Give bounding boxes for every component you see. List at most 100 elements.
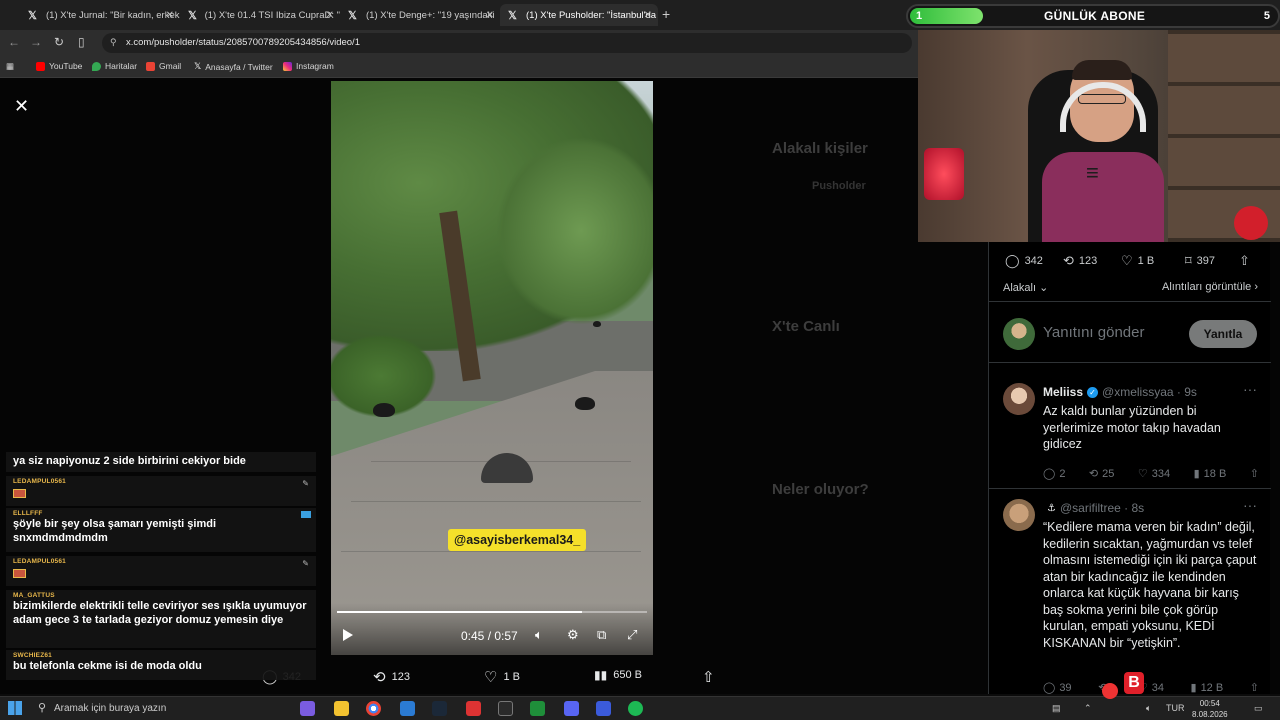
pane-share-button[interactable]: ⇧ (1239, 253, 1250, 269)
tweet-text: “Kedilere mama veren bir kadın” değil, k… (1043, 520, 1257, 650)
avatar[interactable] (1003, 383, 1035, 415)
steam-icon[interactable] (432, 701, 447, 716)
tweet-reply-action[interactable]: ◯ 2 (1043, 467, 1065, 481)
like-button[interactable]: ♡ 1 B (484, 668, 520, 686)
new-tab-button[interactable]: + (662, 6, 670, 22)
taskbar-app-icon[interactable] (596, 701, 611, 716)
subscriber-goal-bar: 1 GÜNLÜK ABONE 5 (906, 4, 1280, 28)
chevron-up-icon[interactable]: ⌃ (1084, 703, 1092, 714)
video-progress-bar[interactable] (337, 611, 647, 613)
chat-message: ELLLFFF şöyle bir şey olsa şamarı yemişt… (6, 508, 316, 552)
avatar[interactable] (1003, 499, 1035, 531)
tweet-like-action[interactable]: ♡ 334 (1138, 467, 1170, 481)
tweet-repost-action[interactable]: ⟲ 25 (1089, 467, 1114, 481)
browser-tab-3[interactable]: 𝕏 (1) X'te Denge+: "19 yaşındaki ✕ (340, 4, 500, 26)
reply-tweet[interactable]: ⚓︎ @sarifiltree · 8s ··· “Kedilere mama … (989, 491, 1271, 694)
tweet-views-action[interactable]: ▮ 12 B (1191, 681, 1224, 695)
tweet-share-action[interactable]: ⇧ (1250, 681, 1259, 694)
taskbar-clock[interactable]: 00:54 8.08.2026 (1192, 698, 1228, 720)
url-field[interactable]: x.com/pusholder/status/20857007892054348… (102, 33, 912, 53)
x-logo-icon: 𝕏 (28, 9, 37, 22)
more-options-icon[interactable]: ··· (1243, 497, 1257, 513)
tweet-actions: ◯ 2 ⟲ 25 ♡ 334 ▮ 18 B ⇧ (1043, 467, 1259, 481)
webcam-lamp (924, 148, 964, 200)
taskbar-app-icon[interactable] (466, 701, 481, 716)
reload-icon[interactable]: ↻ (54, 35, 64, 49)
volume-icon[interactable]: 🔈︎ (1146, 703, 1151, 714)
pane-like-stat[interactable]: ♡ 1 B (1121, 253, 1154, 269)
bookmark-instagram[interactable]: Instagram (283, 61, 334, 71)
browser-tab-1[interactable]: 𝕏 (1) X'te Jurnal: "Bir kadın, erkek ✕ (20, 4, 180, 26)
file-explorer-icon[interactable] (334, 701, 349, 716)
taskbar-app-icon[interactable] (400, 701, 415, 716)
bookmark-maps[interactable]: Haritalar (92, 61, 137, 71)
close-tab-icon[interactable]: ✕ (166, 10, 174, 21)
tweet-views-action[interactable]: ▮ 18 B (1194, 467, 1227, 481)
tweet-author-name[interactable]: Meliiss (1043, 385, 1083, 399)
close-tab-icon[interactable]: ✕ (486, 10, 494, 21)
browser-tab-4-active[interactable]: 𝕏 (1) X'te Pusholder: "İstanbul'da ✕ (500, 4, 658, 26)
bookmark-twitter[interactable]: 𝕏 Anasayfa / Twitter (194, 61, 273, 72)
related-person-name: Pusholder (812, 180, 866, 192)
pane-bookmark-stat[interactable]: ⌑ 397 (1185, 253, 1215, 269)
spotify-icon[interactable] (628, 701, 643, 716)
live-heading: X'te Canlı (772, 318, 840, 335)
reply-input[interactable]: Yanıtını gönder (1043, 324, 1144, 341)
views-button[interactable]: ▮▮ 650 B (594, 668, 642, 682)
taskbar-app-icon[interactable] (498, 701, 513, 716)
clock-date: 8.08.2026 (1192, 710, 1228, 719)
sidebar-toggle-icon[interactable]: ▯ (78, 35, 85, 49)
chrome-icon[interactable] (366, 701, 381, 716)
bookmark-gmail[interactable]: Gmail (146, 61, 181, 71)
discord-icon[interactable] (564, 701, 579, 716)
close-tab-icon[interactable]: ✕ (326, 10, 334, 21)
browser-tab-2[interactable]: 𝕏 (1) X'te 01.4 TSI Ibiza CupraD: " ✕ (180, 4, 340, 26)
views-count: 18 B (1203, 467, 1227, 480)
tweet-share-action[interactable]: ⇧ (1250, 467, 1259, 480)
video-time: 0:45 / 0:57 (461, 629, 518, 643)
turkish-flag-icon (1234, 206, 1268, 240)
windows-start-icon[interactable] (8, 701, 22, 715)
share-icon: ⇧ (1249, 682, 1259, 694)
volume-icon[interactable]: 🔈︎ (535, 627, 543, 643)
sort-dropdown[interactable]: Alakalı ⌄ (1003, 281, 1048, 294)
view-quotes-link[interactable]: Alıntıları görüntüle › (1162, 281, 1258, 293)
settings-gear-icon[interactable]: ⚙︎ (567, 627, 579, 643)
reply-tweet[interactable]: Meliiss ✓ @xmelissyaa · 9s ··· Az kaldı … (989, 375, 1271, 489)
bookmark-youtube[interactable]: YouTube (36, 61, 82, 71)
close-viewer-icon[interactable]: ✕ (14, 96, 29, 117)
site-info-icon[interactable]: ⚲ (110, 37, 117, 48)
pane-repost-stat[interactable]: ⟲ 123 (1063, 253, 1097, 269)
notifications-icon[interactable]: ▭ (1254, 703, 1263, 714)
play-icon[interactable] (343, 629, 353, 641)
tray-icon[interactable]: ▤ (1052, 703, 1061, 714)
share-button[interactable]: ⇧ (702, 668, 715, 686)
forward-arrow-icon[interactable]: → (30, 35, 42, 49)
chat-text: bizimkilerde elektrikli telle ceviriyor … (13, 600, 307, 626)
stat-count: 123 (1078, 255, 1098, 267)
taskbar-language[interactable]: TUR (1166, 703, 1185, 713)
tab-title: (1) X'te Pusholder: "İstanbul'da (526, 9, 657, 21)
back-arrow-icon[interactable]: ← (8, 35, 20, 49)
video-player[interactable]: @asayisberkemal34_ 0:45 / 0:57 🔈︎ ⚙︎ ⧉ ⤢ (331, 81, 653, 655)
reply-composer: Yanıtını gönder Yanıtla (989, 301, 1271, 363)
pip-icon[interactable]: ⧉ (597, 627, 606, 643)
apps-grid-icon[interactable]: ▦ (6, 61, 14, 72)
taskbar-app-icon[interactable] (530, 701, 545, 716)
fullscreen-icon[interactable]: ⤢ (627, 627, 637, 643)
close-tab-icon[interactable]: ✕ (644, 10, 652, 21)
repost-icon: ⟲ (373, 669, 386, 686)
taskbar-search[interactable]: Aramak için buraya yazın (30, 700, 270, 718)
windows-taskbar: ⚲ Aramak için buraya yazın ▤ ⌃ 🔈︎ TUR 00… (0, 696, 1280, 720)
trending-heading: Neler oluyor? (772, 481, 869, 498)
taskbar-app-icon[interactable] (300, 701, 315, 716)
repost-button[interactable]: ⟲ 123 (373, 668, 410, 686)
x-logo-icon: 𝕏 (348, 9, 357, 22)
chat-message: LEDAMPUL0561 ✎ (6, 556, 316, 586)
tweet-reply-action[interactable]: ◯ 39 (1043, 681, 1072, 695)
reply-button[interactable]: Yanıtla (1189, 320, 1257, 348)
more-options-icon[interactable]: ··· (1243, 381, 1257, 397)
tweet-handle[interactable]: @xmelissyaa · 9s (1102, 385, 1197, 399)
pane-reply-stat[interactable]: ◯ 342 (1005, 253, 1043, 269)
tweet-handle[interactable]: @sarifiltree · 8s (1060, 501, 1144, 515)
